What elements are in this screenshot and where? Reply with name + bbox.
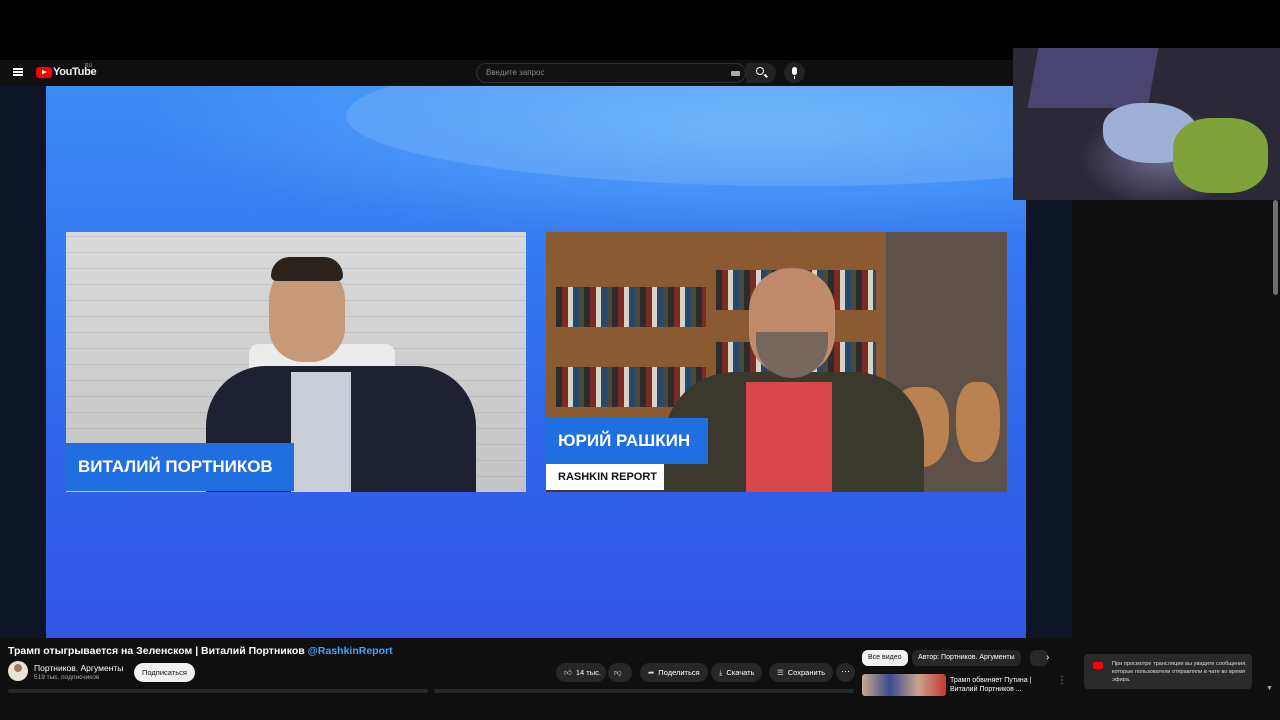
- guest-left-name: ВИТАЛИЙ ПОРТНИКОВ: [66, 443, 294, 491]
- channel-handle-link[interactable]: @RashkinReport: [308, 645, 393, 657]
- share-label: Поделиться: [658, 668, 700, 677]
- download-icon: ⤓: [719, 668, 723, 677]
- top-bar: YouTube RU Введите запрос: [0, 60, 1013, 86]
- comment-bar: [434, 689, 854, 693]
- search-icon: [756, 67, 764, 75]
- chip-author[interactable]: Автор: Портников. Аргументы: [912, 650, 1021, 666]
- thumbs-up-icon: 👍︎: [564, 668, 572, 677]
- webcam-overlay: [1013, 48, 1280, 200]
- save-button[interactable]: ☰ Сохранить: [769, 663, 834, 682]
- youtube-icon: [1093, 662, 1103, 669]
- chat-replay-notice: При просмотре трансляции вы увидите сооб…: [1084, 654, 1252, 689]
- chat-notice-text: При просмотре трансляции вы увидите сооб…: [1112, 661, 1247, 683]
- microphone-icon: [792, 67, 797, 79]
- chevron-right-icon[interactable]: ›: [1046, 652, 1049, 663]
- books-row: [556, 287, 706, 327]
- guest-right-name: ЮРИЙ РАШКИН: [546, 418, 708, 464]
- blanket: [1173, 118, 1268, 193]
- subscriber-count: 519 тыс. подписчиков: [34, 674, 100, 681]
- page-scrollbar[interactable]: [1273, 200, 1278, 295]
- more-actions-icon[interactable]: ⋯: [836, 663, 855, 682]
- subscribe-button[interactable]: Подписаться: [134, 663, 195, 682]
- keyboard-icon[interactable]: [731, 71, 740, 76]
- download-label: Скачать: [726, 668, 755, 677]
- video-title-text: Трамп отыгрывается на Зеленском | Витали…: [8, 645, 308, 657]
- region-label: RU: [85, 63, 93, 69]
- like-button[interactable]: 👍︎ 14 тыс.: [556, 663, 606, 682]
- guest-right-shirt: [746, 382, 832, 492]
- like-count: 14 тыс.: [575, 668, 601, 677]
- save-label: Сохранить: [787, 668, 826, 677]
- comment-bar: [8, 689, 428, 693]
- video-details: Трамп отыгрывается на Зеленском | Витали…: [0, 638, 1280, 720]
- share-icon: ➦: [648, 668, 655, 677]
- video-title: Трамп отыгрывается на Зеленском | Витали…: [8, 645, 393, 657]
- guest-right-show: RASHKIN REPORT: [546, 464, 664, 490]
- guest-left-hair: [271, 257, 343, 281]
- guest-right-feed: ЮРИЙ РАШКИН RASHKIN REPORT: [546, 232, 1007, 492]
- room-wall: [1027, 48, 1159, 108]
- share-button[interactable]: ➦ Поделиться: [640, 663, 708, 682]
- save-playlist-icon: ☰: [777, 668, 784, 677]
- download-button[interactable]: ⤓ Скачать: [711, 663, 763, 682]
- youtube-logo-icon[interactable]: [36, 67, 52, 78]
- search-placeholder: Введите запрос: [486, 68, 545, 77]
- guest-left-feed: ВИТАЛИЙ ПОРТНИКОВ: [66, 232, 526, 492]
- channel-name[interactable]: Портников. Аргументы: [34, 663, 123, 673]
- video-player[interactable]: ВИТАЛИЙ ПОРТНИКОВ ЮРИЙ РАШКИН RASHKIN RE…: [46, 86, 1026, 638]
- guest-left-shirt: [291, 372, 351, 492]
- chip-all-videos[interactable]: Все видео: [862, 650, 908, 666]
- recommended-title[interactable]: Трамп обвиняет Путина | Виталий Портнико…: [950, 676, 1040, 694]
- background-wave: [346, 86, 1026, 186]
- search-button[interactable]: [746, 63, 776, 83]
- chat-column: [1072, 200, 1280, 638]
- dislike-button[interactable]: 👎︎: [608, 663, 632, 682]
- search-input[interactable]: Введите запрос: [476, 63, 746, 83]
- scroll-down-icon[interactable]: ▼: [1266, 685, 1273, 692]
- guitar: [956, 382, 1000, 462]
- video-letterbox-left: [0, 86, 46, 638]
- video-letterbox-right: [1026, 200, 1072, 638]
- recommended-thumbnail[interactable]: [862, 674, 946, 696]
- channel-avatar[interactable]: [8, 661, 28, 681]
- hamburger-menu-icon[interactable]: [13, 68, 23, 76]
- voice-search-button[interactable]: [784, 62, 805, 83]
- recommended-menu-icon[interactable]: ⋮: [1057, 675, 1067, 686]
- thumbs-down-icon: 👎︎: [614, 668, 622, 677]
